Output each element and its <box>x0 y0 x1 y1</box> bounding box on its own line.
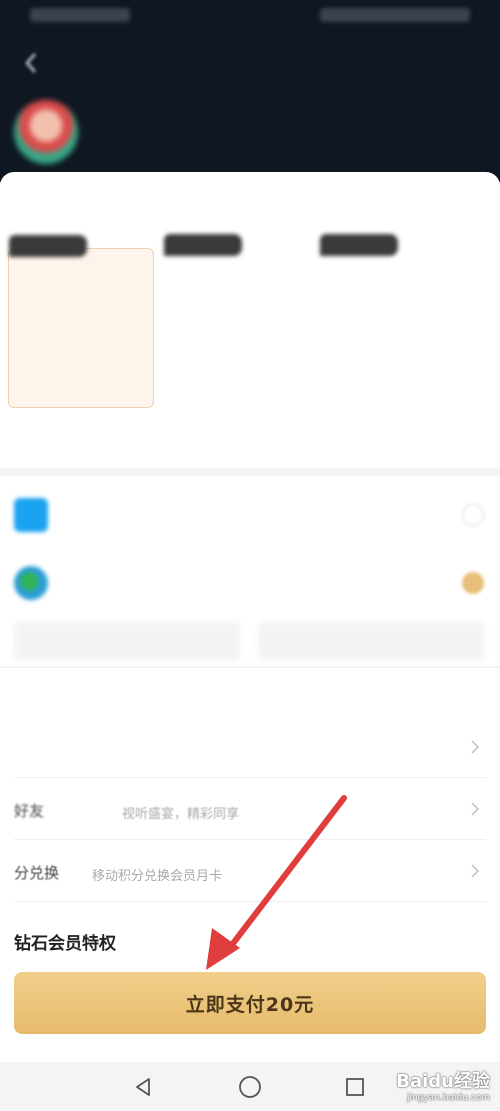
wechat-icon <box>14 566 48 600</box>
status-time <box>30 8 130 22</box>
watermark-main: Baidu经验 <box>396 1071 490 1092</box>
chevron-right-icon <box>471 864 480 878</box>
nav-back-icon[interactable] <box>128 1072 158 1102</box>
radio-selected[interactable] <box>462 572 484 594</box>
avatar <box>14 100 78 164</box>
section-divider <box>0 666 500 668</box>
watermark-url: jingyan.baidu.com <box>406 1093 490 1103</box>
payment-method-wechat[interactable] <box>0 554 500 614</box>
perks-title: 钻石会员特权 <box>14 934 116 954</box>
nav-home-icon[interactable] <box>235 1072 265 1102</box>
pay-now-button[interactable]: 立即支付20元 <box>14 972 486 1034</box>
list-item-label: 好友 <box>14 802 45 820</box>
payment-option-button[interactable] <box>258 622 484 660</box>
baidu-watermark: Baidu经验 jingyan.baidu.com <box>396 1067 490 1103</box>
list-item[interactable]: 分兑换 移动积分兑换会员月卡 <box>14 844 486 902</box>
plan-badge <box>164 234 242 256</box>
plan-badge <box>320 234 398 256</box>
chevron-left-icon[interactable] <box>14 46 48 80</box>
list-item-desc: 视听盛宴，精彩同享 <box>122 807 240 822</box>
list-item[interactable] <box>14 720 486 778</box>
list-item[interactable]: 好友 视听盛宴，精彩同享 <box>14 782 486 840</box>
payment-method-alipay[interactable] <box>0 486 500 546</box>
status-bar <box>0 0 500 32</box>
nav-recent-icon[interactable] <box>340 1072 370 1102</box>
status-icons <box>320 8 470 22</box>
plan-card[interactable] <box>8 235 154 408</box>
chevron-right-icon <box>471 740 480 754</box>
plan-card[interactable] <box>164 234 310 408</box>
plan-card-partial[interactable] <box>476 248 500 408</box>
list-item-label: 分兑换 <box>14 864 60 882</box>
section-divider <box>0 468 500 476</box>
list-item-desc: 移动积分兑换会员月卡 <box>92 869 223 884</box>
vip-header <box>0 32 500 182</box>
plan-card[interactable] <box>320 234 466 408</box>
plan-badge <box>9 235 87 257</box>
alipay-icon <box>14 498 48 532</box>
payment-option-button[interactable] <box>14 622 240 660</box>
chevron-right-icon <box>471 802 480 816</box>
main-content: 好友 视听盛宴，精彩同享 分兑换 移动积分兑换会员月卡 钻石会员特权 立即支付2… <box>0 172 500 1062</box>
radio-unselected[interactable] <box>462 504 484 526</box>
